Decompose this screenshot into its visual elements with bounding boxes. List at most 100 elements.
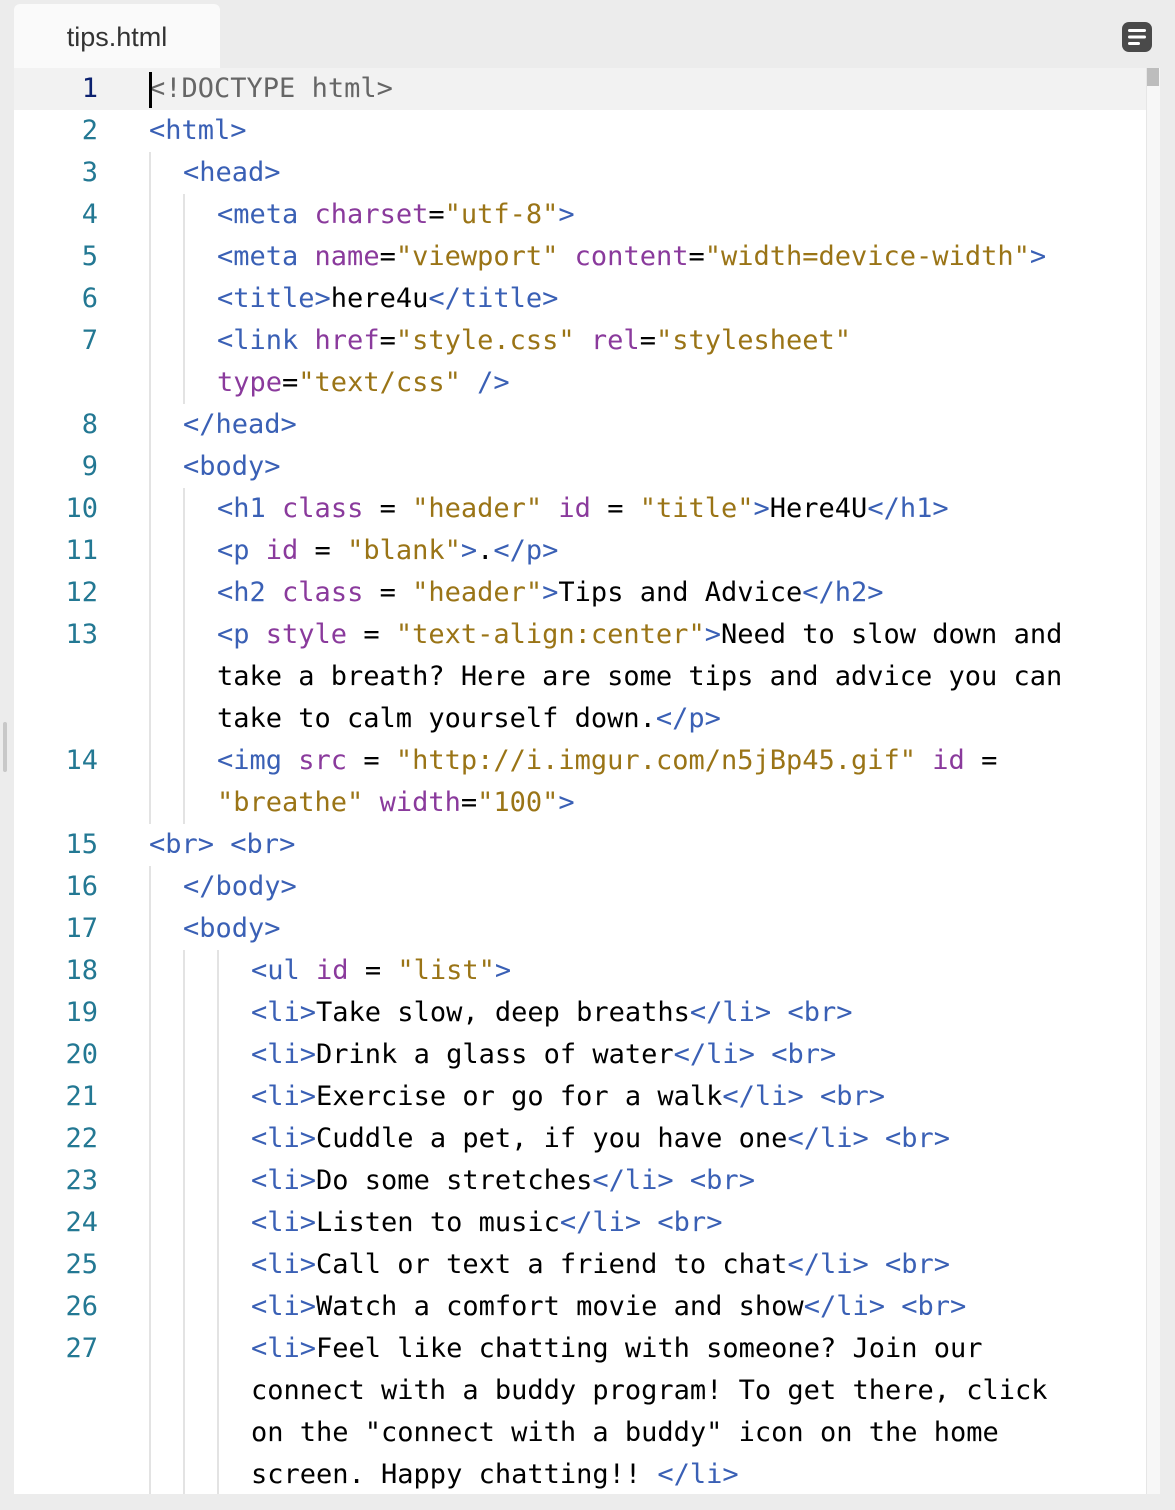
code-token: <!DOCTYPE: [149, 73, 296, 104]
code-token: </li>: [803, 1291, 885, 1322]
code-line: 25 <li>Call or text a friend to chat</li>…: [14, 1244, 1146, 1286]
code-line: connect with a buddy program! To get the…: [14, 1370, 1146, 1412]
code-token: Call or text a friend to chat: [316, 1249, 788, 1280]
code-token: =: [688, 241, 705, 272]
code-token: Drink a glass of water: [316, 1039, 674, 1070]
code-text: <li>Feel like chatting with someone? Joi…: [251, 1328, 983, 1370]
code-token: =: [363, 493, 413, 524]
code-line: 24 <li>Listen to music</li> <br>: [14, 1202, 1146, 1244]
code-token: </head>: [183, 409, 297, 440]
code-token: take to calm yourself down.: [217, 703, 656, 734]
code-text: screen. Happy chatting!! </li>: [251, 1454, 739, 1494]
code-token: <br>: [819, 1081, 885, 1112]
code-token: "utf-8": [444, 199, 559, 230]
code-token: >: [376, 73, 393, 104]
code-token: <p: [217, 535, 250, 566]
scrollbar-thumb[interactable]: [1147, 68, 1159, 86]
code-text: <li>Call or text a friend to chat</li> <…: [251, 1244, 950, 1286]
code-token: here4u: [330, 283, 429, 314]
code-token: id: [316, 955, 349, 986]
line-number: 7: [81, 325, 98, 356]
code-token: "100": [477, 787, 559, 818]
code-token: <title>: [217, 283, 331, 314]
code-line: 19 <li>Take slow, deep breaths</li> <br>: [14, 992, 1146, 1034]
line-number: 5: [81, 241, 98, 272]
code-text: on the "connect with a buddy" icon on th…: [251, 1412, 999, 1454]
code-line: take a breath? Here are some tips and ad…: [14, 656, 1146, 698]
code-text: <body>: [183, 908, 281, 950]
code-token: Exercise or go for a walk: [316, 1081, 723, 1112]
code-line: 9 <body>: [14, 446, 1146, 488]
code-text: <ul id = "list">: [251, 950, 511, 992]
code-text: <h2 class = "header">Tips and Advice</h2…: [217, 572, 884, 614]
code-text: <head>: [183, 152, 281, 194]
line-number: 2: [81, 115, 98, 146]
code-token: id: [265, 535, 299, 566]
line-number: 18: [65, 955, 98, 986]
code-line: 10 <h1 class = "header" id = "title">Here…: [14, 488, 1146, 530]
code-token: <body>: [183, 913, 281, 944]
code-token: take a breath? Here are some tips and ad…: [217, 661, 1063, 692]
code-token: <li>: [251, 1207, 317, 1238]
vertical-scrollbar[interactable]: [1146, 68, 1160, 1494]
tab-tips-html[interactable]: tips.html: [14, 4, 220, 68]
code-line: 7 <link href="style.css" rel="stylesheet": [14, 320, 1146, 362]
code-token: "text/css": [298, 367, 461, 398]
code-editor[interactable]: 1 <!DOCTYPE html> 2 <html> 3 <head> 4 <meta cha…: [14, 68, 1160, 1494]
code-token: Listen to music: [316, 1207, 560, 1238]
code-token: "http://i.imgur.com/n5jBp45.gif": [395, 745, 917, 776]
text-cursor: [149, 72, 152, 108]
code-token: connect with a buddy program! To get the…: [251, 1375, 1048, 1406]
code-text: <h1 class = "header" id = "title">Here4U…: [217, 488, 949, 530]
code-token: "style.css": [395, 325, 575, 356]
code-line: 17 <body>: [14, 908, 1146, 950]
code-token: "blank": [347, 535, 461, 566]
line-number: 3: [81, 157, 98, 188]
code-text: <body>: [183, 446, 281, 488]
code-token: <li>: [251, 1291, 317, 1322]
code-line: 8 </head>: [14, 404, 1146, 446]
code-text: <li>Watch a comfort movie and show</li> …: [251, 1286, 966, 1328]
line-number: 8: [81, 409, 98, 440]
line-number: 24: [65, 1207, 98, 1238]
code-token: <br>: [884, 1123, 951, 1154]
code-text: <title>here4u</title>: [217, 278, 558, 320]
code-token: <li>: [251, 1081, 317, 1112]
code-token: <li>: [251, 1123, 317, 1154]
code-line: on the "connect with a buddy" icon on th…: [14, 1412, 1146, 1454]
resize-handle[interactable]: [3, 722, 7, 772]
code-line: 1 <!DOCTYPE html>: [14, 68, 1146, 110]
code-token: Need to slow down and: [720, 619, 1063, 650]
line-number: 10: [65, 493, 98, 524]
code-text: "breathe" width="100">: [217, 782, 575, 824]
code-token: <p: [217, 619, 250, 650]
code-token: >: [558, 787, 575, 818]
code-token: =: [298, 535, 348, 566]
line-number: 27: [65, 1333, 98, 1364]
code-line: 21 <li>Exercise or go for a walk</li> <br…: [14, 1076, 1146, 1118]
code-token: </li>: [787, 1249, 869, 1280]
code-token: <meta: [217, 199, 299, 230]
line-number: 13: [65, 619, 98, 650]
code-line: 12 <h2 class = "header">Tips and Advice</…: [14, 572, 1146, 614]
code-text: <li>Drink a glass of water</li> <br>: [251, 1034, 836, 1076]
code-text: connect with a buddy program! To get the…: [251, 1370, 1048, 1412]
code-token: =: [379, 241, 396, 272]
code-token: "width=device-width": [704, 241, 1030, 272]
line-number: 4: [81, 199, 98, 230]
menu-icon[interactable]: [1120, 20, 1154, 54]
code-token: =: [282, 367, 299, 398]
code-text: <br> <br>: [149, 824, 295, 866]
code-text: <meta name="viewport" content="width=dev…: [217, 236, 1046, 278]
line-number: 1: [81, 73, 98, 104]
code-token: style: [265, 619, 348, 650]
